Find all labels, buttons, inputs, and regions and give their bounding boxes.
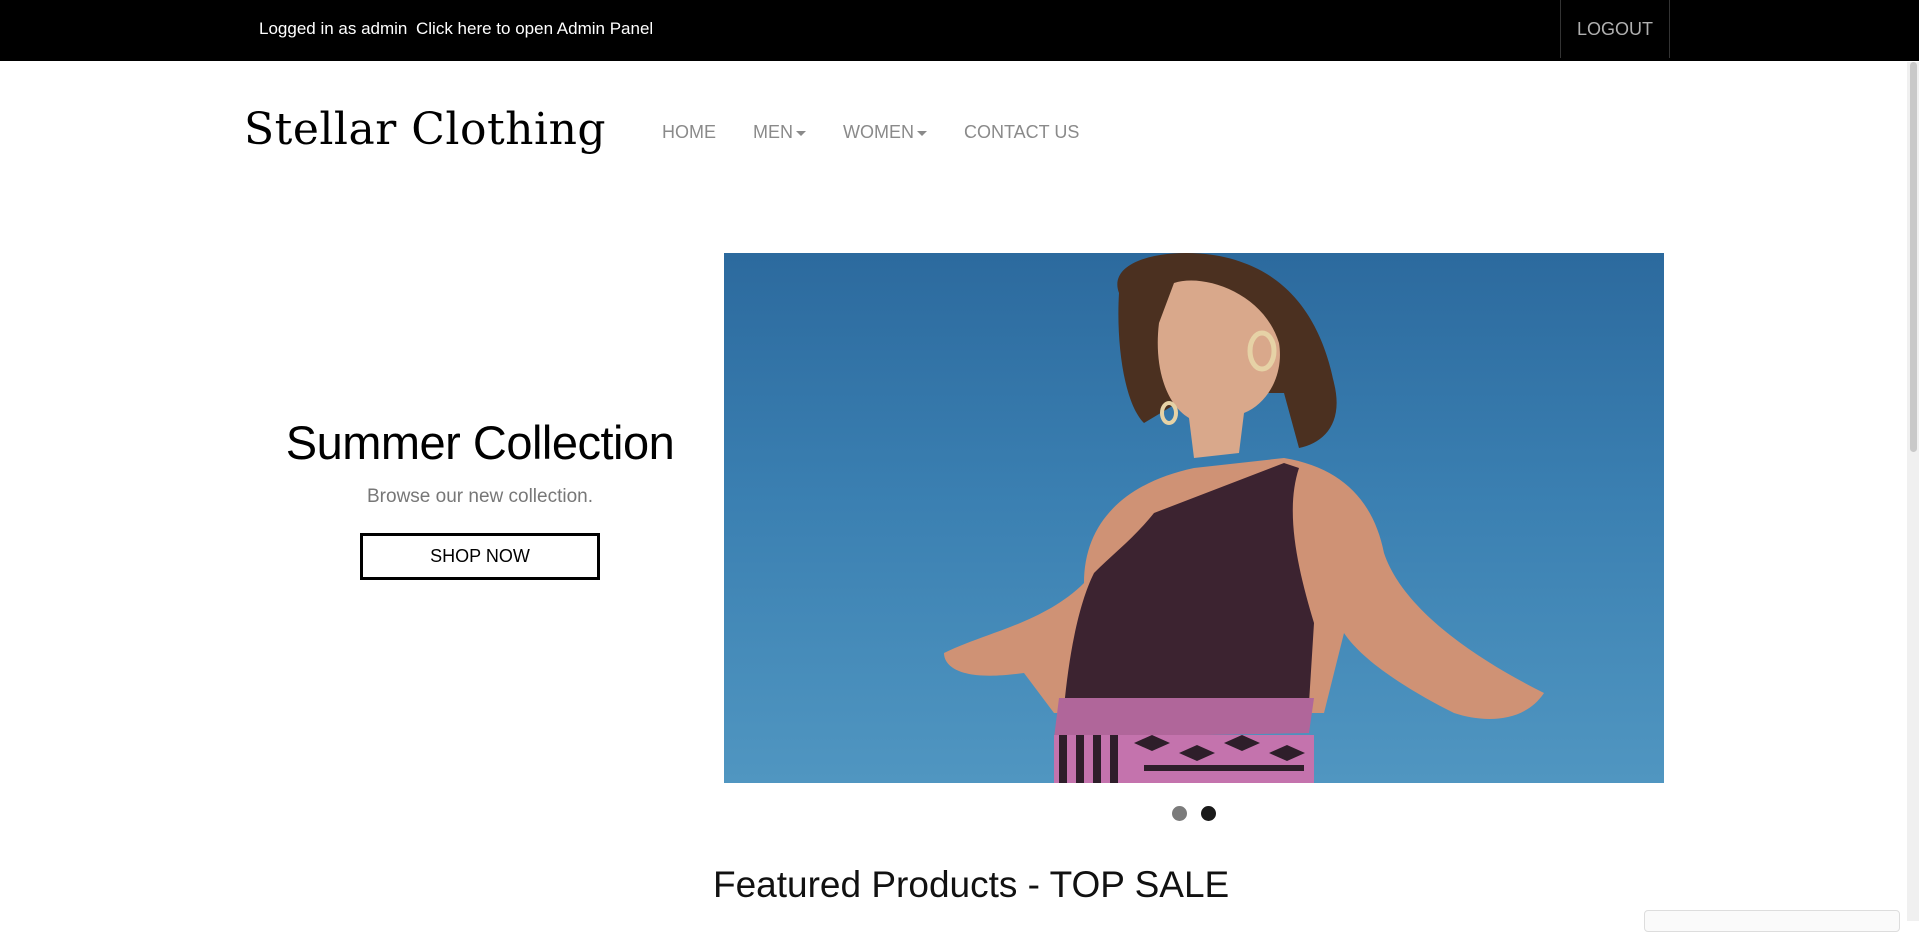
admin-top-bar: Logged in as admin Click here to open Ad… — [0, 0, 1919, 61]
fashion-model-photo — [944, 253, 1544, 783]
nav-item-home[interactable]: HOME — [662, 122, 716, 143]
caret-down-icon — [796, 131, 806, 136]
featured-products-heading: Featured Products - TOP SALE — [713, 864, 1230, 905]
page-scrollbar-thumb[interactable] — [1910, 62, 1917, 452]
nav-item-label: HOME — [662, 122, 716, 142]
brand-logo[interactable]: Stellar Clothing — [244, 104, 606, 155]
caret-down-icon — [917, 131, 927, 136]
carousel-dot-2[interactable] — [1201, 806, 1216, 821]
nav-item-women[interactable]: WOMEN — [843, 122, 927, 143]
admin-panel-link[interactable]: Click here to open Admin Panel — [416, 0, 653, 58]
hero-caption: Summer Collection Browse our new collect… — [260, 415, 700, 580]
hero-title: Summer Collection — [285, 416, 675, 469]
hero-slide-image[interactable] — [724, 253, 1664, 783]
logout-button[interactable]: LOGOUT — [1560, 0, 1670, 58]
shop-now-button[interactable]: SHOP NOW — [360, 533, 600, 580]
nav-item-contact[interactable]: CONTACT US — [964, 122, 1079, 143]
hero-subtitle: Browse our new collection. — [367, 486, 593, 507]
nav-item-label: WOMEN — [843, 122, 914, 142]
recaptcha-widget[interactable] — [1644, 910, 1900, 932]
nav-item-men[interactable]: MEN — [753, 122, 806, 143]
nav-item-label: MEN — [753, 122, 793, 142]
main-nav: HOME MEN WOMEN CONTACT US — [662, 122, 1116, 143]
login-status-text: Logged in as admin — [259, 19, 408, 38]
carousel-dot-1[interactable] — [1172, 806, 1187, 821]
nav-item-label: CONTACT US — [964, 122, 1080, 142]
